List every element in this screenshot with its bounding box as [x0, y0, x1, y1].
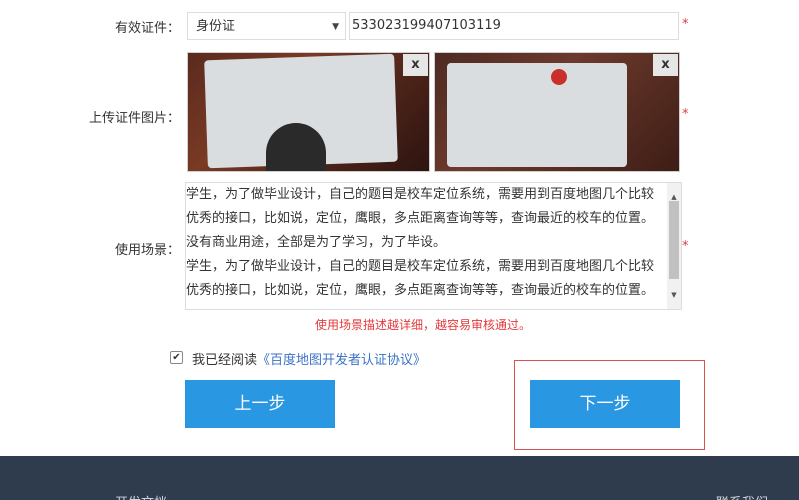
id-type-label: 有效证件：	[114, 21, 180, 36]
emblem-icon	[551, 69, 567, 85]
footer-contact-link[interactable]: 联系我们	[716, 492, 768, 500]
agreement-prefix: 我已经阅读	[192, 353, 258, 368]
id-number-input[interactable]: 533023199407103119	[349, 12, 679, 40]
remove-photo-2-button[interactable]: x	[653, 54, 678, 76]
agreement-checkbox[interactable]: ✔	[170, 351, 183, 364]
scroll-down-icon[interactable]: ▼	[667, 283, 681, 307]
agreement-text: 我已经阅读《百度地图开发者认证协议》	[192, 349, 426, 368]
scenario-required-mark: *	[682, 239, 689, 254]
next-step-button[interactable]: 下一步	[530, 380, 680, 428]
prev-step-button[interactable]: 上一步	[185, 380, 335, 428]
scenario-line: 优秀的接口，比如说，定位，鹰眼，多点距离查询等等，查询最近的校车的位置。	[186, 283, 655, 298]
upload-required-mark: *	[682, 107, 689, 122]
upload-label: 上传证件图片：	[88, 111, 180, 126]
id-photo-back: x	[434, 52, 680, 172]
footer: 开发文档 联系我们	[0, 456, 799, 500]
scenario-textarea[interactable]: 学生，为了做毕业设计，自己的题目是校车定位系统，需要用到百度地图几个比较 优秀的…	[185, 182, 682, 310]
scenario-line: 没有商业用途，全部是为了学习，为了毕设。	[186, 235, 447, 250]
scenario-line: 学生，为了做毕业设计，自己的题目是校车定位系统，需要用到百度地图几个比较	[186, 187, 655, 202]
id-type-selected-value: 身份证	[196, 19, 236, 34]
scenario-line: 学生，为了做毕业设计，自己的题目是校车定位系统，需要用到百度地图几个比较	[186, 259, 655, 274]
scrollbar-thumb[interactable]	[669, 201, 679, 279]
id-card-image	[447, 63, 627, 167]
id-type-select[interactable]: 身份证 ▼	[187, 12, 346, 40]
scenario-label: 使用场景：	[114, 243, 180, 258]
textarea-scrollbar[interactable]: ▲ ▼	[667, 183, 681, 309]
scenario-line: 优秀的接口，比如说，定位，鹰眼，多点距离查询等等，查询最近的校车的位置。	[186, 211, 655, 226]
chevron-down-icon: ▼	[332, 22, 339, 32]
scenario-hint: 使用场景描述越详细，越容易审核通过。	[315, 318, 532, 332]
id-photo-front: x	[187, 52, 430, 172]
footer-docs-link[interactable]: 开发文档	[115, 492, 167, 500]
agreement-link[interactable]: 《百度地图开发者认证协议》	[257, 353, 426, 368]
remove-photo-1-button[interactable]: x	[403, 54, 428, 76]
id-required-mark: *	[682, 17, 689, 32]
